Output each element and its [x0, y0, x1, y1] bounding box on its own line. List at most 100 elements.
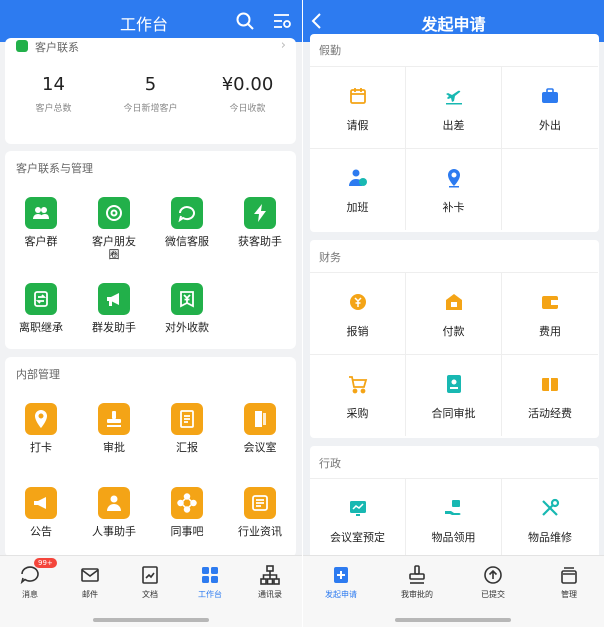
apply-expense[interactable]: 费用	[502, 272, 598, 354]
section-title: 内部管理	[16, 368, 60, 381]
nav-manage[interactable]: 管理	[537, 564, 601, 600]
news-icon	[244, 487, 276, 519]
plane-icon	[443, 85, 465, 107]
stamp-icon	[409, 565, 425, 584]
chat-service-icon	[171, 197, 203, 229]
nav-messages[interactable]: 99+ 消息	[0, 558, 60, 600]
briefcase-icon	[539, 85, 561, 107]
section-title: 客户联系与管理	[16, 162, 93, 175]
section-title: 假勤	[319, 44, 341, 57]
meeting-screen-icon	[347, 497, 369, 519]
tools-icon	[539, 497, 561, 519]
apply-meeting-room-booking[interactable]: 会议室预定	[310, 478, 406, 560]
unread-badge: 99+	[34, 558, 57, 568]
manage-icon	[561, 567, 577, 584]
mail-icon	[81, 568, 99, 582]
app-clock-in[interactable]: 打卡	[5, 403, 77, 454]
stamp-icon	[98, 403, 130, 435]
document-icon	[142, 566, 158, 584]
filter-settings-icon[interactable]	[272, 11, 292, 31]
announcement-icon	[25, 487, 57, 519]
apply-item-repair[interactable]: 物品维修	[502, 478, 598, 560]
apply-icon	[334, 567, 348, 583]
nav-contacts[interactable]: 通讯录	[240, 564, 300, 600]
app-customer-group[interactable]: 客户群	[5, 197, 77, 248]
app-mass-message[interactable]: 群发助手	[78, 283, 150, 334]
customer-management-card: 客户联系与管理 客户群 客户朋友圈 微信客服 获客助手 离职继承 群发助手 对外…	[5, 151, 296, 349]
bottom-nav: 发起申请 我审批的 已提交 管理	[303, 555, 604, 627]
nav-workbench[interactable]: 工作台	[180, 564, 240, 600]
lightning-icon	[244, 197, 276, 229]
app-industry-news[interactable]: 行业资讯	[224, 487, 296, 538]
calendar-icon	[347, 85, 369, 107]
location-pin-icon	[25, 403, 57, 435]
workbench-header: 工作台	[0, 0, 302, 42]
home-indicator	[395, 618, 511, 622]
stat-new-customers[interactable]: 5 今日新增客户	[102, 74, 199, 114]
apply-leave[interactable]: 请假	[310, 66, 406, 148]
hand-item-icon	[443, 497, 465, 519]
app-report[interactable]: 汇报	[151, 403, 223, 454]
moments-icon	[98, 197, 130, 229]
contacts-icon	[260, 565, 280, 585]
upload-icon	[484, 566, 502, 584]
report-icon	[171, 403, 203, 435]
app-colleague-forum[interactable]: 同事吧	[151, 487, 223, 538]
apply-purchase[interactable]: 采购	[310, 354, 406, 436]
nav-my-approvals[interactable]: 我审批的	[385, 564, 449, 600]
section-title: 行政	[319, 457, 341, 470]
stat-today-revenue[interactable]: ¥0.00 今日收款	[199, 74, 296, 114]
apply-go-out[interactable]: 外出	[502, 66, 598, 148]
apply-overtime[interactable]: 加班	[310, 148, 406, 230]
apply-makeup-clock[interactable]: 补卡	[406, 148, 502, 230]
apply-item-requisition[interactable]: 物品领用	[406, 478, 502, 560]
app-resignation-inherit[interactable]: 离职继承	[5, 283, 77, 334]
customer-contact-card[interactable]: 客户联系 › 14 客户总数 5 今日新增客户 ¥0.00 今日收款	[5, 38, 296, 144]
apply-contract[interactable]: 合同审批	[406, 354, 502, 436]
workbench-icon	[202, 567, 218, 583]
network-icon	[171, 487, 203, 519]
contract-icon	[443, 373, 465, 395]
yuan-icon	[171, 283, 203, 315]
empty-cell	[502, 148, 598, 230]
page-title: 发起申请	[421, 15, 486, 34]
app-customer-moments[interactable]: 客户朋友圈	[78, 197, 150, 261]
app-wechat-service[interactable]: 微信客服	[151, 197, 223, 248]
stat-total-customers[interactable]: 14 客户总数	[5, 74, 102, 114]
search-icon[interactable]	[235, 11, 255, 31]
app-meeting-room[interactable]: 会议室	[224, 403, 296, 454]
gift-box-icon	[539, 373, 561, 395]
apply-business-trip[interactable]: 出差	[406, 66, 502, 148]
app-announcement[interactable]: 公告	[5, 487, 77, 538]
cart-icon	[347, 373, 369, 395]
section-finance: 财务 报销 付款 费用 采购 合同审批 活动经费	[310, 240, 599, 438]
app-acquisition-assistant[interactable]: 获客助手	[224, 197, 296, 248]
nav-submitted[interactable]: 已提交	[461, 564, 525, 600]
apply-activity-funds[interactable]: 活动经费	[502, 354, 598, 436]
apply-panel: 发起申请 假勤 请假 出差 外出 加班 补卡 财务 报销 付款 费用 采购 合同…	[303, 0, 604, 627]
nav-mail[interactable]: 邮件	[60, 564, 120, 600]
chevron-right-icon: ›	[280, 38, 286, 53]
page-title: 工作台	[119, 15, 168, 34]
home-indicator	[93, 618, 209, 622]
internal-management-card: 内部管理 打卡 审批 汇报 会议室 公告 人事助手 同事吧 行业资讯	[5, 357, 296, 557]
transfer-icon	[25, 283, 57, 315]
workbench-panel: 工作台 客户联系 › 14 客户总数 5 今日新增客户 ¥0.00 今日收款 客…	[0, 0, 302, 627]
overtime-icon	[347, 167, 369, 189]
group-icon	[25, 197, 57, 229]
nav-documents[interactable]: 文档	[120, 564, 180, 600]
app-external-payment[interactable]: 对外收款	[151, 283, 223, 334]
megaphone-icon	[98, 283, 130, 315]
app-approval[interactable]: 审批	[78, 403, 150, 454]
nav-apply[interactable]: 发起申请	[309, 564, 373, 600]
wallet-icon	[539, 291, 561, 313]
payment-icon	[443, 291, 465, 313]
apply-reimbursement[interactable]: 报销	[310, 272, 406, 354]
apply-payment[interactable]: 付款	[406, 272, 502, 354]
location-pin-icon	[443, 167, 465, 189]
app-hr-assistant[interactable]: 人事助手	[78, 487, 150, 538]
wechat-icon	[16, 40, 28, 52]
person-icon	[98, 487, 130, 519]
section-title: 财务	[319, 251, 341, 264]
section-attendance: 假勤 请假 出差 外出 加班 补卡	[310, 34, 599, 232]
